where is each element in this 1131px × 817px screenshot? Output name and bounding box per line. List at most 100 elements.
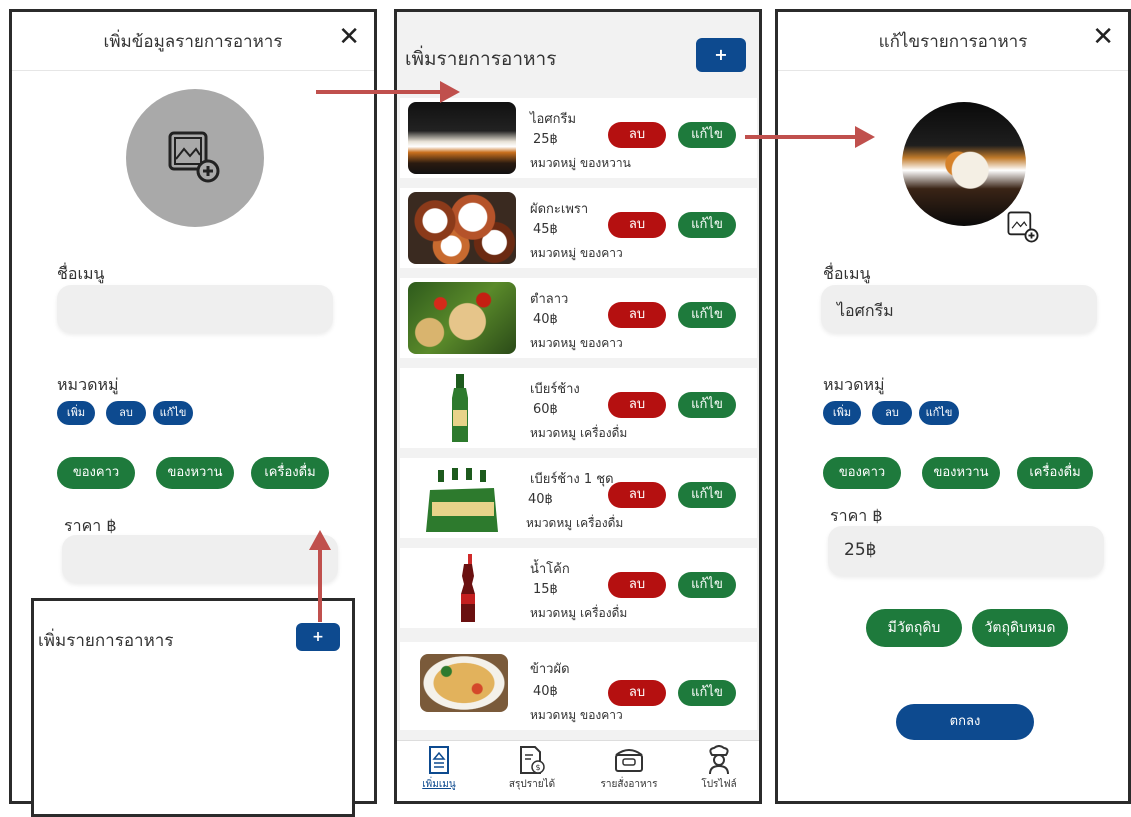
- delete-category-chip[interactable]: ลบ: [872, 401, 912, 425]
- food-price: 60฿: [533, 402, 558, 417]
- dialog-header: แก้ไขรายการอาหาร ✕: [778, 12, 1128, 71]
- food-price: 45฿: [533, 222, 558, 237]
- category-label: หมวดหมู่: [57, 375, 119, 394]
- preview-title: เพิ่มรายการอาหาร: [38, 631, 174, 651]
- food-category: หมวดหมู เครื่องดื่ม: [526, 516, 624, 530]
- list-item: ผัดกะเพรา 45฿ หมวดหมู่ ของคาว ลบ แก้ไข: [400, 188, 757, 268]
- add-food-button[interactable]: +: [696, 38, 746, 72]
- food-category: หมวดหมู่ ของหวาน: [530, 156, 631, 170]
- category-savory[interactable]: ของคาว: [57, 457, 135, 489]
- list-item: เบียร์ช้าง 1 ชุด 40฿ หมวดหมู เครื่องดื่ม…: [400, 458, 757, 538]
- category-drink[interactable]: เครื่องดื่ม: [251, 457, 329, 489]
- add-image-icon: [168, 131, 220, 183]
- income-doc-icon: $: [520, 746, 545, 774]
- category-dessert[interactable]: ของหวาน: [922, 457, 1000, 489]
- preview-add-button[interactable]: +: [296, 623, 340, 651]
- food-category: หมวดหมู่ ของคาว: [530, 246, 623, 260]
- edit-button[interactable]: แก้ไข: [678, 122, 736, 148]
- list-item: น้ำโค้ก 15฿ หมวดหมู เครื่องดื่ม ลบ แก้ไข: [400, 548, 757, 628]
- list-item: เบียร์ช้าง 60฿ หมวดหมู เครื่องดื่ม ลบ แก…: [400, 368, 757, 448]
- out-of-stock-button[interactable]: วัตถุดิบหมด: [972, 609, 1068, 647]
- page-title: เพิ่มรายการอาหาร: [405, 48, 557, 70]
- svg-text:$: $: [535, 763, 540, 772]
- list-item: ข้าวผัด 40฿ หมวดหมู ของคาว ลบ แก้ไข: [400, 642, 757, 730]
- edit-category-chip[interactable]: แก้ไข: [153, 401, 193, 425]
- add-food-list-preview: เพิ่มรายการอาหาร +: [31, 598, 355, 817]
- in-stock-button[interactable]: มีวัตถุดิบ: [866, 609, 962, 647]
- nav-add-menu[interactable]: เพิ่มเมนู: [409, 745, 469, 792]
- delete-button[interactable]: ลบ: [608, 302, 666, 328]
- food-name: ผัดกะเพรา: [530, 202, 589, 217]
- food-price: 40฿: [533, 684, 558, 699]
- food-price: 40฿: [533, 312, 558, 327]
- bottom-navigation: เพิ่มเมนู $ สรุปรายได้ รายสั่งอาหาร โปรไ…: [397, 740, 759, 801]
- food-name: เบียร์ช้าง 1 ชุด: [530, 472, 614, 487]
- edit-button[interactable]: แก้ไข: [678, 572, 736, 598]
- list-item: ไอศกรีม 25฿ หมวดหมู่ ของหวาน ลบ แก้ไข: [400, 98, 757, 178]
- edit-category-chip[interactable]: แก้ไข: [919, 401, 959, 425]
- menu-doc-icon: [429, 746, 449, 774]
- ok-button[interactable]: ตกลง: [896, 704, 1034, 740]
- category-label: หมวดหมู่: [823, 375, 885, 394]
- nav-food-orders[interactable]: รายสั่งอาหาร: [585, 745, 673, 792]
- edit-button[interactable]: แก้ไข: [678, 680, 736, 706]
- delete-button[interactable]: ลบ: [608, 482, 666, 508]
- food-image: [408, 462, 516, 534]
- food-image: [408, 282, 516, 354]
- food-image: [408, 192, 516, 264]
- food-list-screen: เพิ่มรายการอาหาร + ไอศกรีม 25฿ หมวดหมู่ …: [394, 9, 762, 804]
- category-drink[interactable]: เครื่องดื่ม: [1017, 457, 1093, 489]
- edit-button[interactable]: แก้ไข: [678, 302, 736, 328]
- food-category: หมวดหมู เครื่องดื่ม: [530, 606, 628, 620]
- price-input[interactable]: [62, 535, 338, 583]
- delete-button[interactable]: ลบ: [608, 572, 666, 598]
- category-savory[interactable]: ของคาว: [823, 457, 901, 489]
- nav-label: รายสั่งอาหาร: [600, 779, 658, 790]
- food-image: [408, 372, 516, 444]
- food-category: หมวดหมู ของคาว: [530, 336, 623, 350]
- menu-name-input[interactable]: ไอศกรีม: [821, 285, 1097, 333]
- add-image-icon[interactable]: [1006, 210, 1040, 244]
- close-icon[interactable]: ✕: [1092, 24, 1114, 50]
- nav-profile[interactable]: โปรไฟล์: [689, 745, 749, 792]
- food-image: [408, 552, 516, 624]
- list-item: ตำลาว 40฿ หมวดหมู ของคาว ลบ แก้ไข: [400, 278, 757, 358]
- price-input[interactable]: 25฿: [828, 526, 1104, 576]
- food-price: 40฿: [528, 492, 553, 507]
- close-icon[interactable]: ✕: [338, 24, 360, 50]
- flow-arrow-to-edit: [745, 126, 875, 148]
- food-name: ข้าวผัด: [530, 662, 570, 677]
- nav-income-summary[interactable]: $ สรุปรายได้: [497, 745, 567, 792]
- food-image[interactable]: [902, 102, 1026, 226]
- beer-bottle-icon: [452, 374, 468, 442]
- nav-label: เพิ่มเมนู: [422, 779, 456, 790]
- delete-button[interactable]: ลบ: [608, 392, 666, 418]
- add-category-chip[interactable]: เพิ่ม: [823, 401, 861, 425]
- dialog-title: เพิ่มข้อมูลรายการอาหาร: [103, 32, 283, 52]
- delete-category-chip[interactable]: ลบ: [106, 401, 146, 425]
- beer-pack-icon: [426, 468, 498, 532]
- food-box-icon: [615, 749, 643, 772]
- food-name: เบียร์ช้าง: [530, 382, 580, 397]
- delete-button[interactable]: ลบ: [608, 212, 666, 238]
- menu-name-label: ชื่อเมนู: [823, 264, 871, 283]
- coke-bottle-icon: [461, 554, 475, 622]
- delete-button[interactable]: ลบ: [608, 122, 666, 148]
- food-category: หมวดหมู ของคาว: [530, 708, 623, 722]
- category-dessert[interactable]: ของหวาน: [156, 457, 234, 489]
- food-category: หมวดหมู เครื่องดื่ม: [530, 426, 628, 440]
- edit-button[interactable]: แก้ไข: [678, 212, 736, 238]
- menu-name-input[interactable]: [57, 285, 333, 333]
- edit-button[interactable]: แก้ไข: [678, 392, 736, 418]
- delete-button[interactable]: ลบ: [608, 680, 666, 706]
- add-category-chip[interactable]: เพิ่ม: [57, 401, 95, 425]
- nav-label: โปรไฟล์: [701, 779, 737, 790]
- menu-name-label: ชื่อเมนู: [57, 264, 105, 283]
- edit-button[interactable]: แก้ไข: [678, 482, 736, 508]
- chef-icon: [709, 745, 729, 775]
- food-price: 15฿: [533, 582, 558, 597]
- food-name: ไอศกรีม: [530, 112, 577, 127]
- image-upload-placeholder[interactable]: [126, 89, 264, 227]
- food-name: น้ำโค้ก: [530, 562, 570, 577]
- flow-arrow-up: [309, 530, 331, 622]
